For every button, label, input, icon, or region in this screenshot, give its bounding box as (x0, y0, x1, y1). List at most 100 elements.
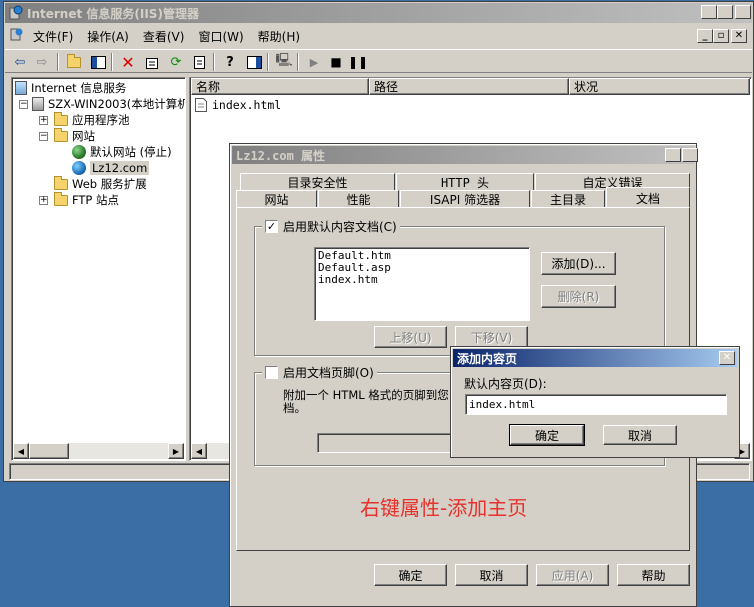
iis-app-icon (9, 5, 23, 20)
properties-title-bar[interactable]: Lz12.com 属性 ? ✕ (232, 146, 698, 164)
tree-root-label: Internet 信息服务 (31, 81, 127, 95)
cancel-button[interactable]: 取消 (455, 564, 528, 586)
collapse-icon[interactable]: − (39, 132, 48, 141)
scroll-left-icon[interactable]: ◀ (13, 443, 29, 459)
help-button[interactable]: 帮助 (617, 564, 690, 586)
minimize-button[interactable]: _ (701, 5, 717, 19)
add-ok-button[interactable]: 确定 (509, 424, 585, 446)
child-restore-button[interactable]: ▫ (713, 29, 729, 43)
tab-http-headers[interactable]: HTTP 头 (396, 173, 534, 190)
expand-icon[interactable]: + (39, 196, 48, 205)
folder-icon (54, 111, 68, 126)
child-minimize-button[interactable]: _ (697, 29, 713, 43)
footer-description: 附加一个 HTML 格式的页脚到您 档。 (283, 389, 449, 415)
tab-home-directory[interactable]: 主目录 (531, 190, 605, 207)
move-down-button[interactable]: 下移(V) (455, 326, 528, 348)
menu-help[interactable]: 帮助(H) (252, 28, 308, 45)
export-list-icon[interactable] (191, 53, 209, 71)
action-pane-icon[interactable] (245, 53, 263, 71)
tab-documents[interactable]: 文档 (606, 187, 690, 208)
menu-view[interactable]: 查看(V) (137, 28, 193, 45)
scroll-right-icon[interactable]: ▶ (168, 443, 184, 459)
toolbar-separator (267, 53, 269, 71)
scroll-left-icon[interactable]: ◀ (191, 443, 207, 459)
scroll-thumb[interactable] (29, 443, 69, 459)
default-doc-toggle[interactable]: ✓ 启用默认内容文档(C) (262, 218, 400, 234)
pause-icon[interactable]: ❚❚ (348, 53, 368, 71)
menu-action[interactable]: 操作(A) (81, 28, 137, 45)
add-dialog-title-bar[interactable]: 添加内容页 ✕ (453, 349, 737, 367)
tree-ftp-label: FTP 站点 (72, 193, 120, 207)
tree-server[interactable]: SZX-WIN2003(本地计算机) (32, 96, 186, 112)
tab-isapi-filters[interactable]: ISAPI 筛选器 (400, 190, 530, 207)
collapse-icon[interactable]: − (19, 100, 28, 109)
tab-directory-security[interactable]: 目录安全性 (240, 173, 395, 190)
tree-default-site[interactable]: 默认网站 (停止) (72, 144, 172, 160)
remove-button[interactable]: 删除(R) (541, 285, 616, 308)
properties-icon[interactable] (143, 53, 161, 71)
back-icon[interactable]: ⇦ (11, 53, 29, 71)
delete-icon[interactable]: ✕ (119, 53, 137, 72)
menu-window[interactable]: 窗口(W) (192, 28, 251, 45)
default-doc-list[interactable]: Default.htm Default.asp index.htm (314, 247, 530, 321)
child-close-button[interactable]: ✕ (731, 29, 747, 43)
column-header-name[interactable]: 名称 (191, 78, 369, 95)
add-dialog-close-button[interactable]: ✕ (719, 351, 735, 365)
website-icon (72, 161, 86, 175)
default-page-label: 默认内容页(D): (464, 377, 547, 391)
tree-ftp[interactable]: FTP 站点 (54, 191, 120, 208)
close-button[interactable]: ✕ (735, 5, 751, 19)
footer-path-field[interactable] (317, 433, 457, 453)
add-cancel-button[interactable]: 取消 (603, 425, 677, 445)
list-item[interactable]: index.html (195, 97, 281, 113)
tree-lz12[interactable]: Lz12.com (72, 160, 150, 176)
refresh-icon[interactable]: ⟳ (167, 53, 185, 71)
tree-web-ext-label: Web 服务扩展 (72, 177, 147, 191)
add-button[interactable]: 添加(D)... (541, 252, 616, 275)
forward-icon[interactable]: ⇨ (33, 53, 51, 71)
up-folder-icon[interactable] (65, 53, 83, 71)
tree-websites[interactable]: 网站 (54, 127, 95, 144)
move-up-button[interactable]: 上移(U) (374, 326, 447, 348)
help-icon[interactable]: ? (221, 53, 239, 71)
tree-app-pools[interactable]: 应用程序池 (54, 111, 130, 128)
list-item[interactable]: index.htm (318, 274, 526, 286)
folder-icon (54, 191, 68, 206)
tree-hscrollbar[interactable]: ◀ ▶ (13, 443, 184, 459)
footer-checkbox[interactable] (265, 365, 278, 379)
default-page-input[interactable] (465, 394, 727, 415)
maximize-button[interactable]: □ (717, 5, 733, 19)
website-stopped-icon (72, 145, 86, 159)
expand-icon[interactable]: + (39, 116, 48, 125)
tree-lz12-label: Lz12.com (90, 161, 150, 175)
tab-performance[interactable]: 性能 (318, 190, 399, 207)
ok-button[interactable]: 确定 (374, 564, 447, 586)
tree-server-label: SZX-WIN2003(本地计算机) (48, 97, 186, 111)
start-icon[interactable]: ▶ (305, 53, 323, 71)
add-dialog-title: 添加内容页 (457, 351, 518, 366)
apply-button[interactable]: 应用(A) (536, 564, 609, 586)
file-icon (195, 98, 207, 112)
tree-pane[interactable]: Internet 信息服务 − SZX-WIN2003(本地计算机) + 应用程… (11, 77, 186, 461)
menu-file[interactable]: 文件(F) (27, 28, 81, 45)
properties-close-button[interactable]: ✕ (682, 148, 698, 162)
footer-toggle[interactable]: 启用文档页脚(O) (262, 364, 377, 380)
toolbar-separator (213, 53, 215, 71)
computer-icon[interactable]: 🖳 (275, 53, 293, 71)
help-question-button[interactable]: ? (665, 148, 681, 162)
default-doc-label: 启用默认内容文档(C) (283, 219, 397, 234)
tree-web-ext[interactable]: Web 服务扩展 (54, 175, 147, 192)
stop-icon[interactable]: ■ (327, 53, 345, 71)
column-header-status[interactable]: 状况 (569, 78, 750, 95)
column-header-path[interactable]: 路径 (369, 78, 569, 95)
show-tree-icon[interactable] (89, 53, 107, 71)
server-icon (32, 97, 44, 111)
toolbar: ⇦ ⇨ ✕ ⟳ ? 🖳 ▶ ■ ❚❚ (5, 49, 752, 73)
iis-root-icon (15, 81, 27, 95)
main-title-bar[interactable]: Internet 信息服务(IIS)管理器 _ □ ✕ (5, 3, 752, 23)
menu-bar: 文件(F) 操作(A) 查看(V) 窗口(W) 帮助(H) _ ▫ ✕ (5, 26, 752, 46)
tree-root[interactable]: Internet 信息服务 (15, 80, 126, 96)
tab-website[interactable]: 网站 (236, 190, 317, 207)
default-doc-checkbox[interactable]: ✓ (265, 219, 278, 233)
footer-desc-line: 档。 (283, 401, 306, 415)
